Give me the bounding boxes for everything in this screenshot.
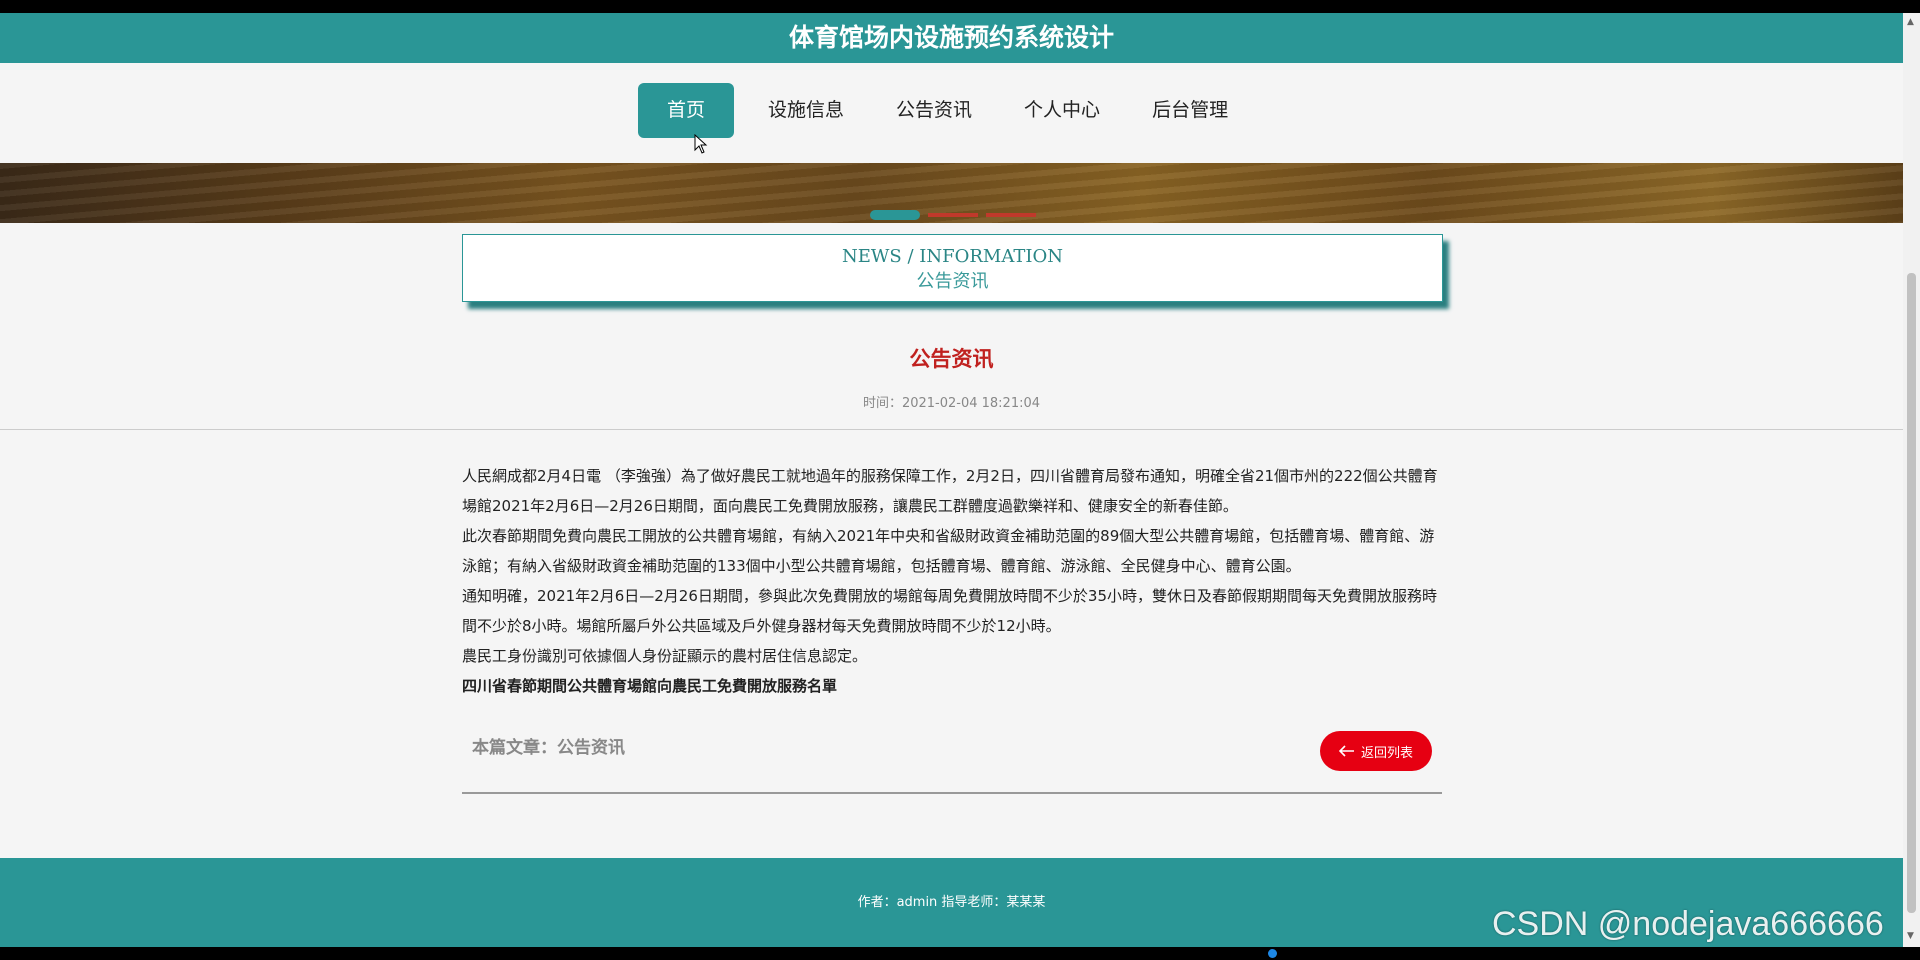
article-content: 人民網成都2月4日電 （李強強）為了做好農民工就地過年的服務保障工作，2月2日，…: [462, 461, 1442, 701]
scroll-up-arrow-icon[interactable]: ▲: [1907, 17, 1914, 27]
site-title: 体育馆场内设施预约系统设计: [788, 23, 1114, 52]
nav-item-news[interactable]: 公告资讯: [874, 83, 994, 138]
window-bottom-edge: [0, 947, 1920, 960]
nav-item-personal-center[interactable]: 个人中心: [1002, 83, 1122, 138]
section-heading-en: NEWS / INFORMATION: [842, 246, 1063, 267]
main-nav: 首页 设施信息 公告资讯 个人中心 后台管理: [0, 63, 1903, 163]
carousel-dot-2[interactable]: [928, 213, 978, 217]
section-heading-cn: 公告资讯: [916, 271, 989, 292]
carousel-indicators: [870, 210, 1036, 220]
vertical-scrollbar[interactable]: ▲ ▼: [1903, 13, 1920, 947]
browser-viewport: 体育馆场内设施预约系统设计 首页 设施信息 公告资讯 个人中心 后台管理 NEW…: [0, 13, 1903, 947]
scroll-down-arrow-icon[interactable]: ▼: [1907, 931, 1914, 941]
nav-item-admin[interactable]: 后台管理: [1130, 83, 1250, 138]
article-time: 时间：2021-02-04 18:21:04: [862, 396, 1041, 411]
article-title: 公告资讯: [909, 347, 994, 371]
content-divider: [462, 792, 1442, 794]
article-bold-line: 四川省春節期間公共體育場館向農民工免費開放服務名單: [462, 677, 838, 695]
nav-item-facilities[interactable]: 设施信息: [746, 83, 866, 138]
article-category: 本篇文章：公告资讯: [472, 738, 625, 758]
site-header: 体育馆场内设施预约系统设计: [0, 13, 1903, 63]
section-heading-box: NEWS / INFORMATION 公告资讯: [462, 234, 1443, 302]
nav-item-home[interactable]: 首页: [638, 83, 735, 138]
article-paragraph: 通知明確，2021年2月6日—2月26日期間，參與此次免費開放的場館每周免費開放…: [462, 587, 1437, 635]
footer-credits: 作者：admin 指导老师：某某某: [857, 895, 1046, 910]
watermark: CSDN @nodejava666666: [1492, 905, 1884, 943]
article-paragraph: 此次春節期間免費向農民工開放的公共體育場館，有納入2021年中央和省級財政資金補…: [462, 527, 1435, 575]
article-paragraph: 人民網成都2月4日電 （李強強）為了做好農民工就地過年的服務保障工作，2月2日，…: [462, 467, 1438, 515]
carousel-dot-3[interactable]: [986, 213, 1036, 217]
indicator-dot: [1268, 949, 1277, 958]
arrow-left-icon: [1338, 745, 1354, 757]
mouse-pointer-icon: [694, 134, 708, 154]
back-to-list-label: 返回列表: [1360, 745, 1413, 761]
divider: [0, 429, 1903, 430]
carousel-dot-1[interactable]: [870, 210, 920, 220]
back-to-list-button[interactable]: 返回列表: [1320, 731, 1432, 771]
scrollbar-thumb[interactable]: [1907, 273, 1916, 913]
article-paragraph: 農民工身份識別可依據個人身份証顯示的農村居住信息認定。: [462, 647, 868, 665]
